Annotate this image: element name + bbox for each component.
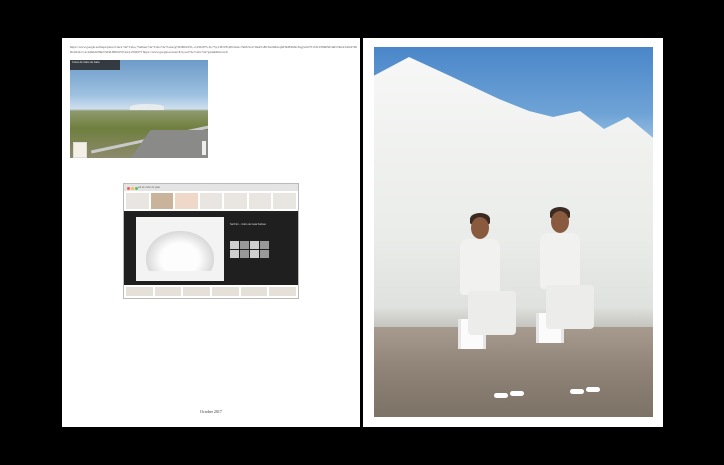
shoe bbox=[494, 393, 508, 398]
url-text: https://www.google.es/maps/place/Cruce+d… bbox=[70, 45, 357, 54]
ground-shape bbox=[374, 327, 653, 417]
street-view-screenshot: Cruce de Cabo de Gata bbox=[70, 60, 208, 158]
right-page bbox=[363, 38, 663, 427]
salt-pile-shape bbox=[130, 104, 164, 110]
thumbnail bbox=[240, 287, 268, 296]
thumbnail bbox=[183, 287, 211, 296]
salt-pile-icon bbox=[146, 231, 214, 271]
shoe bbox=[510, 391, 524, 396]
shoe bbox=[586, 387, 600, 392]
torso bbox=[540, 233, 580, 289]
image-search-screenshot: sal de cabo de gata Sal Flor – Cabo de G… bbox=[123, 183, 299, 299]
zoom-controls-icon bbox=[202, 141, 206, 155]
page-date: October 2017 bbox=[200, 409, 222, 414]
thumbnail-row-top bbox=[124, 191, 298, 211]
thumbnail bbox=[150, 193, 174, 209]
magazine-spread: https://www.google.es/maps/place/Cruce+d… bbox=[0, 0, 724, 465]
left-page: https://www.google.es/maps/place/Cruce+d… bbox=[62, 38, 360, 427]
head bbox=[551, 211, 569, 233]
legs bbox=[468, 291, 516, 335]
thumbnail bbox=[273, 193, 297, 209]
salt-preview-image bbox=[136, 217, 224, 281]
street-view-label: Cruce de Cabo de Gata bbox=[70, 60, 120, 70]
thumbnail bbox=[126, 287, 153, 296]
shoe bbox=[570, 389, 584, 394]
preview-title: Sal Flor – Cabo de Gata Salinas bbox=[230, 223, 266, 226]
pegman-thumbnail bbox=[73, 142, 87, 158]
image-preview-panel: Sal Flor – Cabo de Gata Salinas bbox=[124, 213, 298, 285]
browser-tab-bar: sal de cabo de gata bbox=[124, 184, 298, 191]
browser-tab-title: sal de cabo de gata bbox=[138, 186, 160, 189]
thumbnail bbox=[154, 287, 182, 296]
thumbnail bbox=[126, 193, 149, 209]
thumbnail bbox=[224, 193, 247, 209]
thumbnail bbox=[248, 193, 272, 209]
thumbnail bbox=[269, 287, 297, 296]
thumbnail bbox=[212, 287, 239, 296]
thumbnail-row-bottom bbox=[124, 285, 298, 298]
thumbnail bbox=[199, 193, 223, 209]
torso bbox=[460, 239, 500, 295]
head bbox=[471, 217, 489, 239]
window-controls-icon bbox=[127, 186, 139, 193]
salt-mountain-photo bbox=[374, 47, 653, 417]
thumbnail bbox=[175, 193, 198, 209]
related-images-grid bbox=[230, 241, 270, 258]
legs bbox=[546, 285, 594, 329]
road-shape bbox=[129, 130, 208, 158]
